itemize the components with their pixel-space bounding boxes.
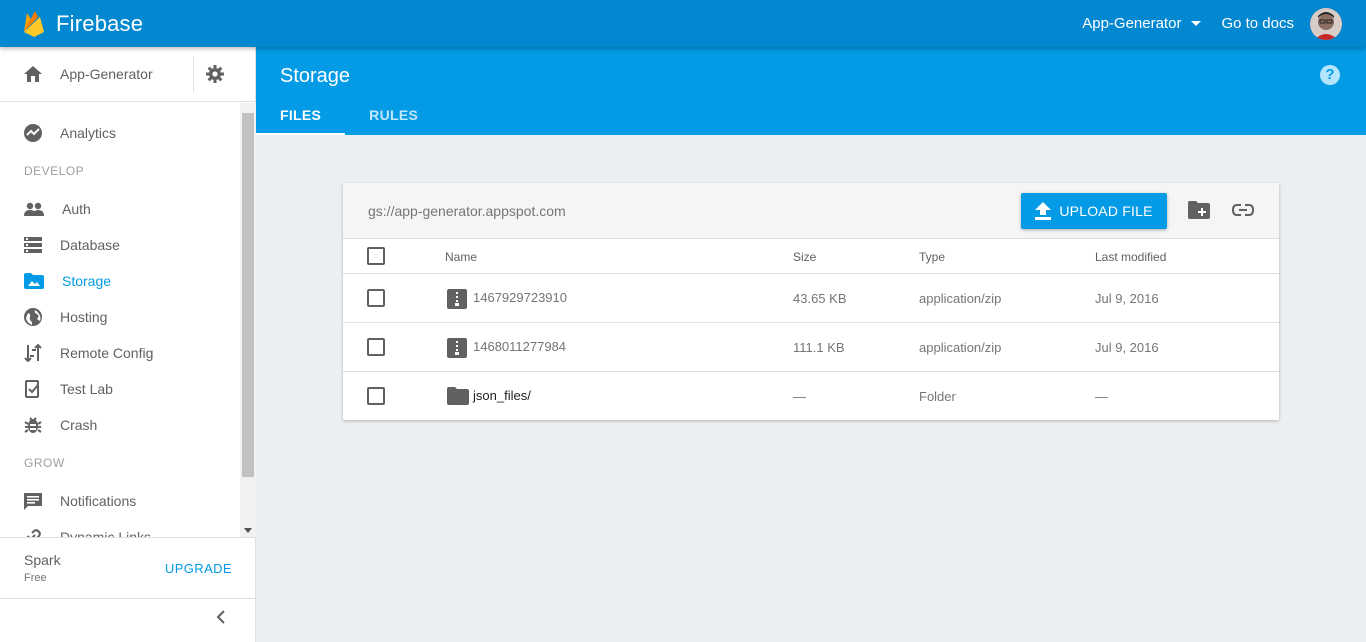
upgrade-button[interactable]: UPGRADE <box>165 561 232 576</box>
message-icon <box>24 493 42 510</box>
column-header-name[interactable]: Name <box>445 250 477 264</box>
file-modified: Jul 9, 2016 <box>1095 291 1159 306</box>
brand-name: Firebase <box>56 10 144 36</box>
table-row[interactable]: 1467929723910 43.65 KB application/zip J… <box>343 274 1279 323</box>
sidebar-item-label: Analytics <box>60 125 117 141</box>
file-name[interactable]: 1467929723910 <box>473 290 567 305</box>
sidebar-item-database[interactable]: Database <box>0 227 240 263</box>
sidebar-project-name[interactable]: App-Generator <box>60 66 153 82</box>
row-checkbox[interactable] <box>367 338 385 356</box>
firebase-brand[interactable]: Firebase <box>24 10 144 37</box>
column-header-type[interactable]: Type <box>919 250 945 264</box>
app-top-bar: Firebase App-Generator Go to docs <box>0 0 1366 47</box>
tab-files[interactable]: FILES <box>256 95 346 135</box>
section-develop: DEVELOP <box>24 164 85 178</box>
dropdown-caret-icon <box>1191 21 1202 26</box>
project-selector[interactable]: App-Generator <box>1082 15 1202 32</box>
sidebar-item-notifications[interactable]: Notifications <box>0 483 240 519</box>
file-size: 43.65 KB <box>793 291 847 306</box>
sidebar-item-crash[interactable]: Crash <box>0 407 240 443</box>
page-tabs: FILES RULES <box>256 95 442 135</box>
avatar-image-icon <box>1310 7 1342 40</box>
home-icon[interactable] <box>24 66 42 82</box>
project-selector-label: App-Generator <box>1082 15 1182 32</box>
sidebar-item-label: Auth <box>62 201 91 217</box>
file-size: 111.1 KB <box>793 340 845 355</box>
sidebar-item-analytics[interactable]: Analytics <box>0 115 240 151</box>
row-checkbox[interactable] <box>367 289 385 307</box>
test-lab-icon <box>25 380 39 398</box>
billing-plan: Spark Free UPGRADE <box>0 537 256 599</box>
bug-icon <box>24 417 42 433</box>
plan-name: Spark <box>24 552 61 568</box>
folder-name[interactable]: json_files/ <box>473 388 531 403</box>
firebase-logo-icon <box>24 10 44 37</box>
sidebar-scrollbar[interactable] <box>240 103 256 537</box>
file-modified: Jul 9, 2016 <box>1095 340 1159 355</box>
column-header-size[interactable]: Size <box>793 250 816 264</box>
file-size: — <box>793 389 806 404</box>
sidebar-item-auth[interactable]: Auth <box>0 191 240 227</box>
zip-file-icon <box>447 289 467 309</box>
bucket-path: gs://app-generator.appspot.com <box>368 203 566 219</box>
page-title: Storage <box>280 65 351 87</box>
database-icon <box>24 237 42 253</box>
page-header: Storage ? FILES RULES <box>256 47 1366 135</box>
zip-file-icon <box>447 338 467 358</box>
table-row[interactable]: json_files/ — Folder — <box>343 372 1279 420</box>
file-modified: — <box>1095 389 1108 404</box>
sidebar-item-label: Dynamic Links <box>60 529 152 537</box>
sidebar-item-storage[interactable]: Storage <box>0 263 240 299</box>
storage-folder-icon <box>24 273 44 289</box>
sidebar-item-label: Crash <box>60 417 98 433</box>
table-row[interactable]: 1468011277984 111.1 KB application/zip J… <box>343 323 1279 372</box>
sidebar-item-remote-config[interactable]: Remote Config <box>0 335 240 371</box>
link-icon <box>26 529 41 537</box>
upload-icon <box>1035 202 1052 220</box>
remote-config-icon <box>24 344 42 362</box>
collapse-sidebar-chevron-icon[interactable] <box>213 609 229 625</box>
file-type: application/zip <box>919 340 1002 355</box>
section-grow: GROW <box>24 456 65 470</box>
sidebar-item-hosting[interactable]: Hosting <box>0 299 240 335</box>
help-icon[interactable]: ? <box>1320 65 1340 85</box>
sidebar-item-test-lab[interactable]: Test Lab <box>0 371 240 407</box>
column-header-last-modified[interactable]: Last modified <box>1095 250 1166 264</box>
sidebar-item-label: Remote Config <box>60 345 154 361</box>
upload-file-label: UPLOAD FILE <box>1059 203 1153 219</box>
table-header-row: Name Size Type Last modified <box>343 239 1279 274</box>
sidebar-item-label: Notifications <box>60 493 137 509</box>
folder-icon <box>447 387 469 405</box>
people-icon <box>24 202 44 216</box>
analytics-icon <box>24 124 42 142</box>
tab-rules[interactable]: RULES <box>345 95 442 135</box>
file-name[interactable]: 1468011277984 <box>473 339 566 354</box>
sidebar-project-header: App-Generator <box>0 47 255 102</box>
file-type: application/zip <box>919 291 1002 306</box>
scrollbar-thumb[interactable] <box>242 113 254 477</box>
select-all-checkbox[interactable] <box>367 247 385 265</box>
sidebar-item-label: Test Lab <box>60 381 113 397</box>
user-avatar[interactable] <box>1310 7 1342 40</box>
divider <box>192 56 194 92</box>
row-checkbox[interactable] <box>367 387 385 405</box>
create-folder-icon[interactable] <box>1188 201 1210 219</box>
sidebar-item-label: Hosting <box>60 309 108 325</box>
link-icon[interactable] <box>1232 204 1254 216</box>
file-type: Folder <box>919 389 956 404</box>
globe-icon <box>24 308 42 326</box>
sidebar-item-label: Storage <box>62 273 112 289</box>
settings-gear-icon[interactable] <box>205 65 224 83</box>
file-browser-card: gs://app-generator.appspot.com UPLOAD FI… <box>343 183 1279 420</box>
sidebar-nav: Analytics DEVELOP Auth Database Storage … <box>0 103 240 537</box>
sidebar-item-label: Database <box>60 237 120 253</box>
sidebar-item-dynamic-links[interactable]: Dynamic Links <box>0 519 240 537</box>
plan-tier: Free <box>24 572 47 584</box>
sidebar: App-Generator Analytics DEVELOP Auth Dat… <box>0 47 256 642</box>
scroll-down-arrow-icon[interactable] <box>244 528 252 533</box>
file-browser-toolbar: gs://app-generator.appspot.com UPLOAD FI… <box>343 183 1279 239</box>
upload-file-button[interactable]: UPLOAD FILE <box>1021 193 1167 229</box>
go-to-docs-link[interactable]: Go to docs <box>1221 15 1294 32</box>
